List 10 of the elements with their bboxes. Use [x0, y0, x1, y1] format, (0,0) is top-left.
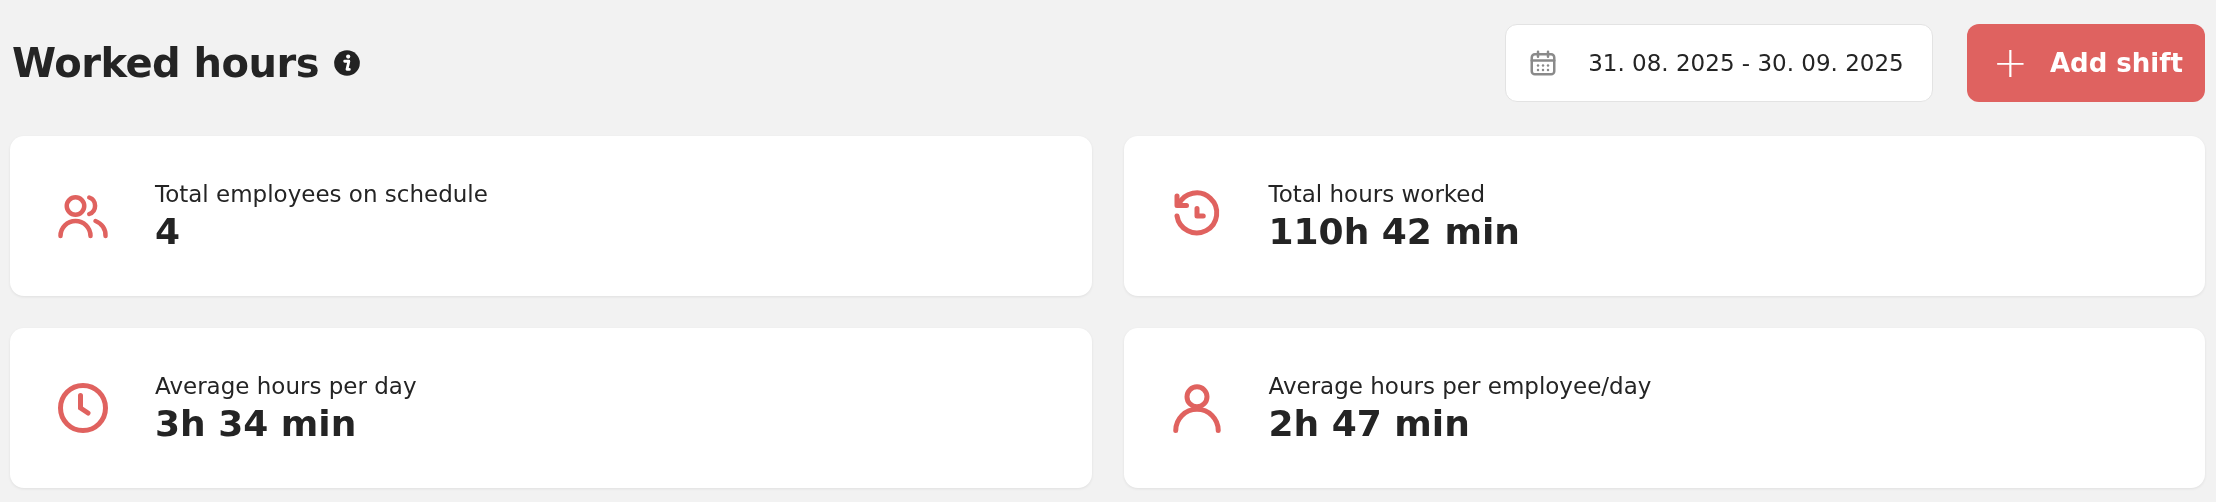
stat-label: Average hours per day: [155, 372, 417, 399]
stat-label: Average hours per employee/day: [1268, 372, 1652, 399]
date-range-picker[interactable]: 31. 08. 2025 - 30. 09. 2025: [1505, 24, 1933, 102]
page-title: Worked hours: [12, 40, 320, 86]
stat-label: Total hours worked: [1268, 180, 1487, 207]
stat-value: 110h 42 min: [1268, 210, 1520, 252]
stat-value: 3h 34 min: [155, 402, 358, 444]
stat-value: 2h 47 min: [1268, 402, 1471, 444]
stat-label: Total employees on schedule: [155, 180, 488, 207]
stat-value: 4: [155, 210, 182, 252]
